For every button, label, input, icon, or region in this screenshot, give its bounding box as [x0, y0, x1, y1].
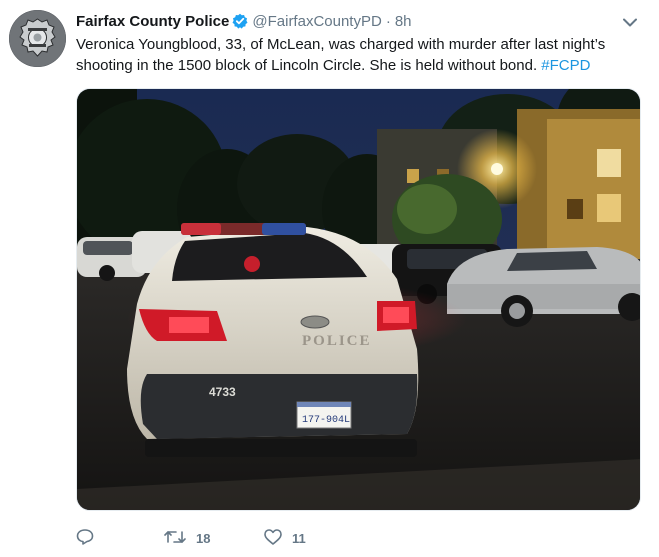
chevron-down-icon[interactable]	[621, 13, 639, 31]
tweet-text-body: Veronica Youngblood, 33, of McLean, was …	[76, 36, 606, 74]
author-handle[interactable]: @FairfaxCountyPD	[252, 13, 381, 30]
dot-separator: ·	[385, 12, 391, 30]
reply-icon	[76, 528, 94, 548]
tweet-timestamp[interactable]: 8h	[395, 13, 412, 30]
like-button[interactable]: 11	[264, 528, 354, 548]
retweet-icon	[164, 529, 186, 548]
tweet-photo[interactable]: POLICE 4733 177-904L	[76, 88, 641, 511]
license-plate: 177-904L	[302, 415, 350, 426]
car-lettering: POLICE	[302, 333, 372, 349]
tweet-text: Veronica Youngblood, 33, of McLean, was …	[76, 34, 641, 76]
tweet-card[interactable]: Fairfax County Police @FairfaxCountyPD ·…	[0, 0, 659, 557]
like-count: 11	[292, 530, 306, 546]
retweet-count: 18	[196, 530, 211, 546]
unit-number: 4733	[209, 385, 236, 399]
heart-icon	[264, 528, 282, 548]
police-car-night-photo: POLICE 4733 177-904L	[77, 89, 640, 510]
author-display-name[interactable]: Fairfax County Police	[76, 13, 229, 30]
police-badge-icon	[9, 10, 66, 67]
tweet-actions: 18 11	[76, 527, 354, 549]
avatar[interactable]	[9, 10, 66, 67]
verified-badge-icon	[232, 13, 248, 29]
tweet-header: Fairfax County Police @FairfaxCountyPD ·…	[76, 11, 412, 31]
hashtag-link[interactable]: #FCPD	[541, 57, 590, 74]
retweet-button[interactable]: 18	[164, 529, 264, 548]
reply-button[interactable]	[76, 528, 164, 548]
